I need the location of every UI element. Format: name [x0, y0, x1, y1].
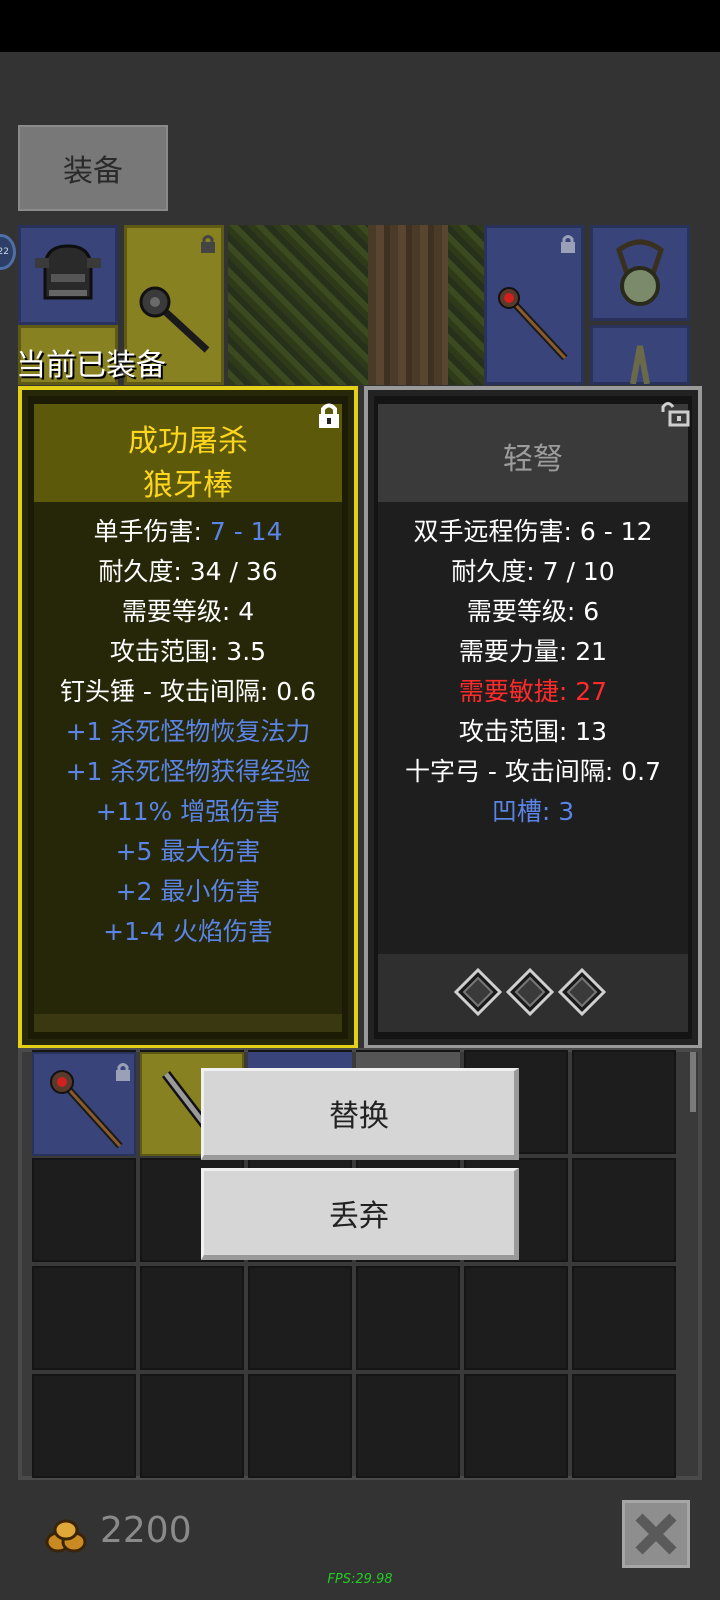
stat-line: 需要力量: 21	[458, 637, 608, 666]
affix-line: +11% 增强伤害	[95, 797, 281, 826]
staff-icon	[50, 1070, 123, 1149]
inventory-cell[interactable]	[32, 1158, 136, 1262]
equipped-item-card: 成功屠杀 狼牙棒 单手伤害: 7 - 14 耐久度: 34 / 36 需要等级:…	[18, 386, 358, 1049]
lock-icon	[201, 235, 215, 253]
equipped-item-prefix: 成功屠杀	[128, 424, 248, 459]
inventory-cell[interactable]	[572, 1374, 676, 1478]
stat-line: 单手伤害: 7 - 14	[93, 517, 283, 546]
boots-icon	[630, 345, 650, 384]
empty-socket-icon	[506, 968, 554, 1016]
empty-socket-icon	[558, 968, 606, 1016]
status-bar	[0, 0, 720, 52]
tree-trunk	[368, 225, 448, 385]
affix-line: +1 杀死怪物恢复法力	[65, 717, 311, 746]
gold-coins-icon	[45, 1519, 87, 1553]
stat-line: 双手远程伤害: 6 - 12	[413, 517, 653, 546]
affix-line: +1-4 火焰伤害	[103, 917, 273, 946]
inventory-cell[interactable]	[140, 1266, 244, 1370]
compare-item-stats: 双手远程伤害: 6 - 12 耐久度: 7 / 10 需要等级: 6 需要力量:…	[378, 502, 688, 954]
equipped-item-stats: 单手伤害: 7 - 14 耐久度: 34 / 36 需要等级: 4 攻击范围: …	[34, 502, 342, 1014]
compare-item-header: 轻弩	[378, 404, 688, 502]
close-icon	[635, 1513, 677, 1555]
affix-line: +1 杀死怪物获得经验	[65, 757, 311, 786]
inventory-cell[interactable]	[140, 1374, 244, 1478]
stat-line: 十字弓 - 攻击间隔: 0.7	[404, 757, 662, 786]
amulet-icon	[616, 239, 664, 306]
inventory-cell[interactable]	[356, 1374, 460, 1478]
affix-line: +2 最小伤害	[115, 877, 261, 906]
socket-row	[378, 954, 688, 1032]
helmet-icon	[35, 244, 101, 300]
staff-icon	[498, 287, 568, 361]
inventory-cell[interactable]	[32, 1374, 136, 1478]
compare-item-name: 轻弩	[503, 442, 563, 477]
stat-line: 钉头锤 - 攻击间隔: 0.6	[59, 677, 317, 706]
inventory-cell[interactable]	[32, 1266, 136, 1370]
sockets-line: 凹槽: 3	[491, 797, 575, 826]
equipped-item-header: 成功屠杀 狼牙棒	[34, 404, 342, 503]
inventory-cell[interactable]	[248, 1374, 352, 1478]
equip-slot-helmet[interactable]	[18, 225, 118, 325]
drop-button[interactable]: 丢弃	[201, 1168, 519, 1260]
equip-slot-amulet[interactable]	[590, 225, 690, 321]
lock-open-icon[interactable]	[660, 400, 690, 428]
inventory-scrollbar[interactable]	[690, 1052, 696, 1112]
inventory-cell[interactable]	[572, 1050, 676, 1154]
equipped-item-footer	[34, 1014, 342, 1032]
equip-slot-ring[interactable]	[590, 325, 690, 385]
inventory-cell[interactable]	[248, 1266, 352, 1370]
equipped-label: 当前已装备	[16, 348, 166, 383]
inventory-cell[interactable]	[464, 1374, 568, 1478]
equipped-item-name: 狼牙棒	[143, 468, 233, 503]
equipment-tab-label: 装备	[63, 154, 123, 189]
stat-line: 攻击范围: 3.5	[109, 637, 267, 666]
inventory-slot-staff[interactable]	[32, 1052, 136, 1156]
level-badge: 22	[0, 234, 16, 270]
replace-button[interactable]: 替换	[201, 1068, 519, 1160]
compare-item-card: 轻弩 双手远程伤害: 6 - 12 耐久度: 7 / 10 需要等级: 6 需要…	[364, 386, 702, 1049]
equip-slot-offhand[interactable]	[484, 225, 584, 385]
inventory-cell[interactable]	[464, 1266, 568, 1370]
lock-icon	[561, 235, 575, 253]
stat-line: 耐久度: 7 / 10	[451, 557, 615, 586]
inventory-cell[interactable]	[356, 1266, 460, 1370]
fps-counter: FPS:29.98	[327, 1572, 393, 1587]
inventory-cell[interactable]	[572, 1158, 676, 1262]
gold-amount: 2200	[100, 1510, 192, 1551]
stat-line: 需要等级: 4	[121, 597, 255, 626]
empty-socket-icon	[454, 968, 502, 1016]
stat-line: 需要等级: 6	[466, 597, 600, 626]
affix-line: +5 最大伤害	[115, 837, 261, 866]
close-button[interactable]	[622, 1500, 690, 1568]
forest-background	[228, 225, 490, 385]
requirement-unmet-line: 需要敏捷: 27	[458, 677, 608, 706]
inventory-cell[interactable]	[572, 1266, 676, 1370]
lock-closed-icon	[319, 403, 339, 428]
stat-line: 耐久度: 34 / 36	[98, 557, 278, 586]
equipment-tab-button[interactable]: 装备	[18, 125, 168, 211]
stat-line: 攻击范围: 13	[458, 717, 608, 746]
